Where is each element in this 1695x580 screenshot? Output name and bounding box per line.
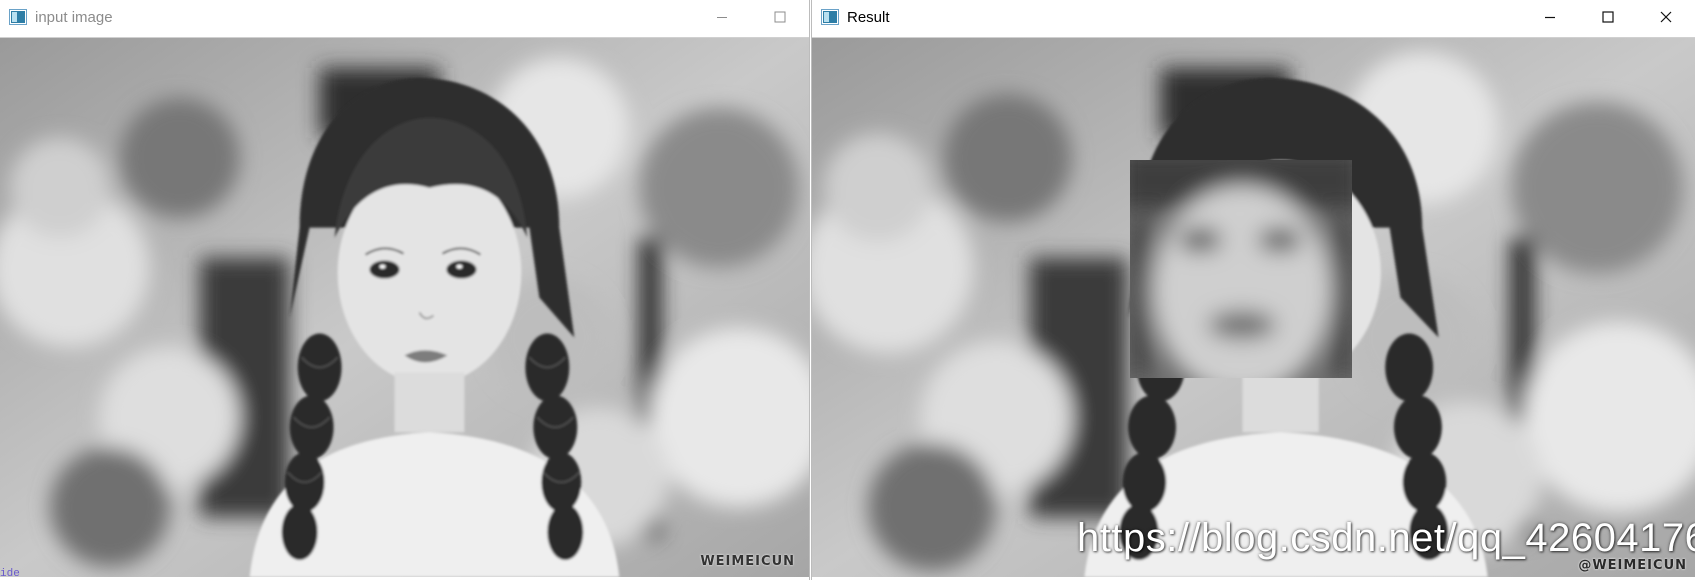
app-window-icon [821, 9, 839, 25]
minimize-icon [717, 17, 727, 18]
input-window-titlebar[interactable]: input image [0, 0, 809, 34]
result-window[interactable]: Result @WEIMEICUN [811, 0, 1695, 580]
input-image-canvas: WEIMEICUN [0, 37, 809, 577]
input-image-window[interactable]: input image WEIMEICUN [0, 0, 810, 580]
app-window-icon [9, 9, 27, 25]
maximize-icon [774, 11, 786, 23]
maximize-button[interactable] [1579, 0, 1637, 34]
portrait-image [0, 38, 809, 577]
result-window-titlebar[interactable]: Result [812, 0, 1695, 34]
close-icon [1660, 11, 1672, 23]
window-title: input image [35, 8, 113, 26]
minimize-icon [1545, 16, 1555, 19]
result-image-canvas: @WEIMEICUN [812, 37, 1695, 577]
blurred-face-region [1130, 160, 1352, 378]
window-title: Result [847, 8, 890, 26]
corner-text-fragment: ide [0, 568, 20, 580]
close-button[interactable] [1637, 0, 1695, 34]
maximize-icon [1602, 11, 1614, 23]
source-url-watermark: https://blog.csdn.net/qq_42604176 [1077, 516, 1695, 560]
image-watermark: WEIMEICUN [700, 554, 795, 569]
minimize-button[interactable] [1521, 0, 1579, 34]
blurred-face [1130, 160, 1352, 378]
maximize-button[interactable] [751, 0, 809, 34]
minimize-button[interactable] [693, 0, 751, 34]
